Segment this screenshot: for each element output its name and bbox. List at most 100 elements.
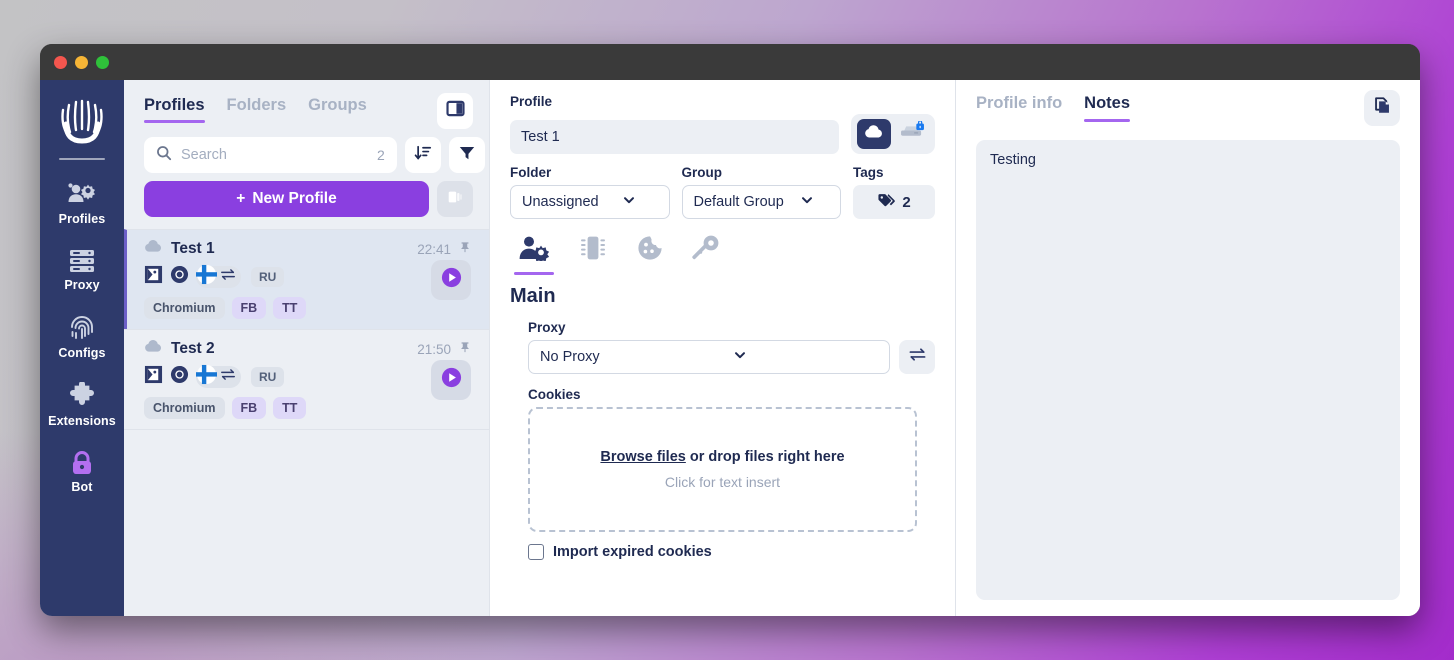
profile-tags: Chromium FB TT [144,297,471,319]
play-icon [440,366,463,394]
profile-tags: Chromium FB TT [144,397,471,419]
sidebar-item-label: Configs [58,346,106,360]
copy-button[interactable] [1364,90,1400,126]
storage-local-option[interactable] [895,119,929,149]
tab-label: Profiles [144,96,205,114]
sort-button[interactable] [404,137,441,173]
group-label: Group [681,165,723,180]
filter-button[interactable] [448,137,485,173]
tab-notes[interactable]: Notes [1084,94,1130,122]
tab-hardware[interactable] [578,235,608,275]
profile-time: 22:41 [417,241,451,257]
cpu-chip-icon [578,235,608,266]
group-field: Group Default Group [681,165,841,219]
cookies-dropzone[interactable]: Browse files or drop files right here Cl… [528,407,917,532]
chevron-down-icon [800,193,831,211]
profile-row-header: Test 2 21:50 [144,340,471,358]
tab-label: Groups [308,96,367,114]
tab-keys[interactable] [692,235,720,275]
sidebar-item-label: Extensions [48,414,116,428]
profile-rows: Test 1 22:41 RU Chromium FB TT Test 2 21… [124,229,489,616]
window-maximize-button[interactable] [96,55,109,69]
folder-label: Folder [510,165,552,180]
filter-funnel-icon [458,144,476,167]
profile-tag[interactable]: FB [231,297,267,319]
language-badge: RU [251,367,285,387]
tab-profile-info[interactable]: Profile info [976,94,1062,122]
tab-folders[interactable]: Folders [227,96,287,123]
sidebar-item-extensions[interactable]: Extensions [40,382,124,428]
search-box[interactable]: 2 [144,137,397,173]
tab-main[interactable] [514,235,554,275]
cloud-icon [144,340,163,358]
cookie-icon [636,235,664,266]
finland-flag-icon [196,364,217,390]
key-icon [692,235,720,266]
profile-row-icons: RU [144,264,471,290]
server-icon [68,248,96,274]
profile-row-header: Test 1 22:41 [144,240,471,258]
new-profile-row: + New Profile [124,173,489,229]
sort-descending-icon [414,144,432,167]
profile-name-input[interactable] [510,120,839,154]
folder-select[interactable]: Unassigned [510,185,670,219]
profile-tag[interactable]: TT [273,397,307,419]
storage-cloud-option[interactable] [857,119,891,149]
card-view-toggle-button[interactable] [437,181,473,217]
profile-tag[interactable]: FB [231,397,267,419]
finland-flag-icon [196,264,217,290]
tab-cookies[interactable] [636,235,664,275]
search-result-count: 2 [377,147,385,163]
profile-tag[interactable]: TT [273,297,307,319]
sidebar-item-label: Proxy [64,278,100,292]
tab-profiles[interactable]: Profiles [144,96,205,123]
panel-layout-toggle-button[interactable] [437,93,473,129]
proxy-swap-button[interactable] [899,340,935,374]
proxy-row: No Proxy [528,340,935,374]
window-close-button[interactable] [54,55,67,69]
folder-value: Unassigned [522,194,599,210]
window-minimize-button[interactable] [75,55,88,69]
import-expired-cookies-row[interactable]: Import expired cookies [528,544,935,560]
notes-panel: Profile info Notes Testing [956,80,1420,616]
proxy-select[interactable]: No Proxy [528,340,890,374]
profile-time: 21:50 [417,341,451,357]
folder-group-tags-row: Folder Unassigned Group Default Group Ta… [510,165,935,219]
search-icon [156,145,172,166]
import-expired-cookies-label: Import expired cookies [553,544,712,560]
language-badge: RU [251,267,285,287]
profile-tag[interactable]: Chromium [144,397,225,419]
browse-files-link[interactable]: Browse files [600,449,685,465]
search-input[interactable] [181,147,368,163]
search-row: 2 [124,129,489,173]
run-profile-button[interactable] [431,359,471,400]
sidebar-item-profiles[interactable]: Profiles [40,182,124,226]
sidebar-item-bot[interactable]: Bot [40,450,124,494]
swap-arrows-icon [220,368,236,386]
tab-label: Profile info [976,94,1063,112]
run-profile-button[interactable] [431,259,471,300]
profile-tag[interactable]: Chromium [144,297,225,319]
tab-label: Notes [1084,94,1131,112]
group-select[interactable]: Default Group [681,185,841,219]
pin-icon[interactable] [459,240,471,258]
import-expired-cookies-checkbox[interactable] [528,544,544,560]
window-titlebar [40,44,1420,80]
profile-list-item[interactable]: Test 2 21:50 RU Chromium FB TT [124,329,489,430]
swap-arrows-icon [220,268,236,286]
profile-list-item[interactable]: Test 1 22:41 RU Chromium FB TT [124,229,489,329]
new-profile-button[interactable]: + New Profile [144,181,429,217]
dropzone-secondary-text[interactable]: Click for text insert [665,474,780,490]
windows-os-icon [144,265,163,289]
card-view-icon [446,188,464,211]
profile-name-row [510,114,935,154]
notes-textarea[interactable]: Testing [976,140,1400,600]
local-server-icon [900,120,925,147]
tab-groups[interactable]: Groups [308,96,367,123]
list-tab-bar: Profiles Folders Groups [124,80,489,129]
sidebar-item-proxy[interactable]: Proxy [40,248,124,292]
pin-icon[interactable] [459,340,471,358]
tags-button[interactable]: 2 [853,185,935,219]
sidebar-item-configs[interactable]: Configs [40,314,124,360]
fingerprint-icon [68,314,96,342]
